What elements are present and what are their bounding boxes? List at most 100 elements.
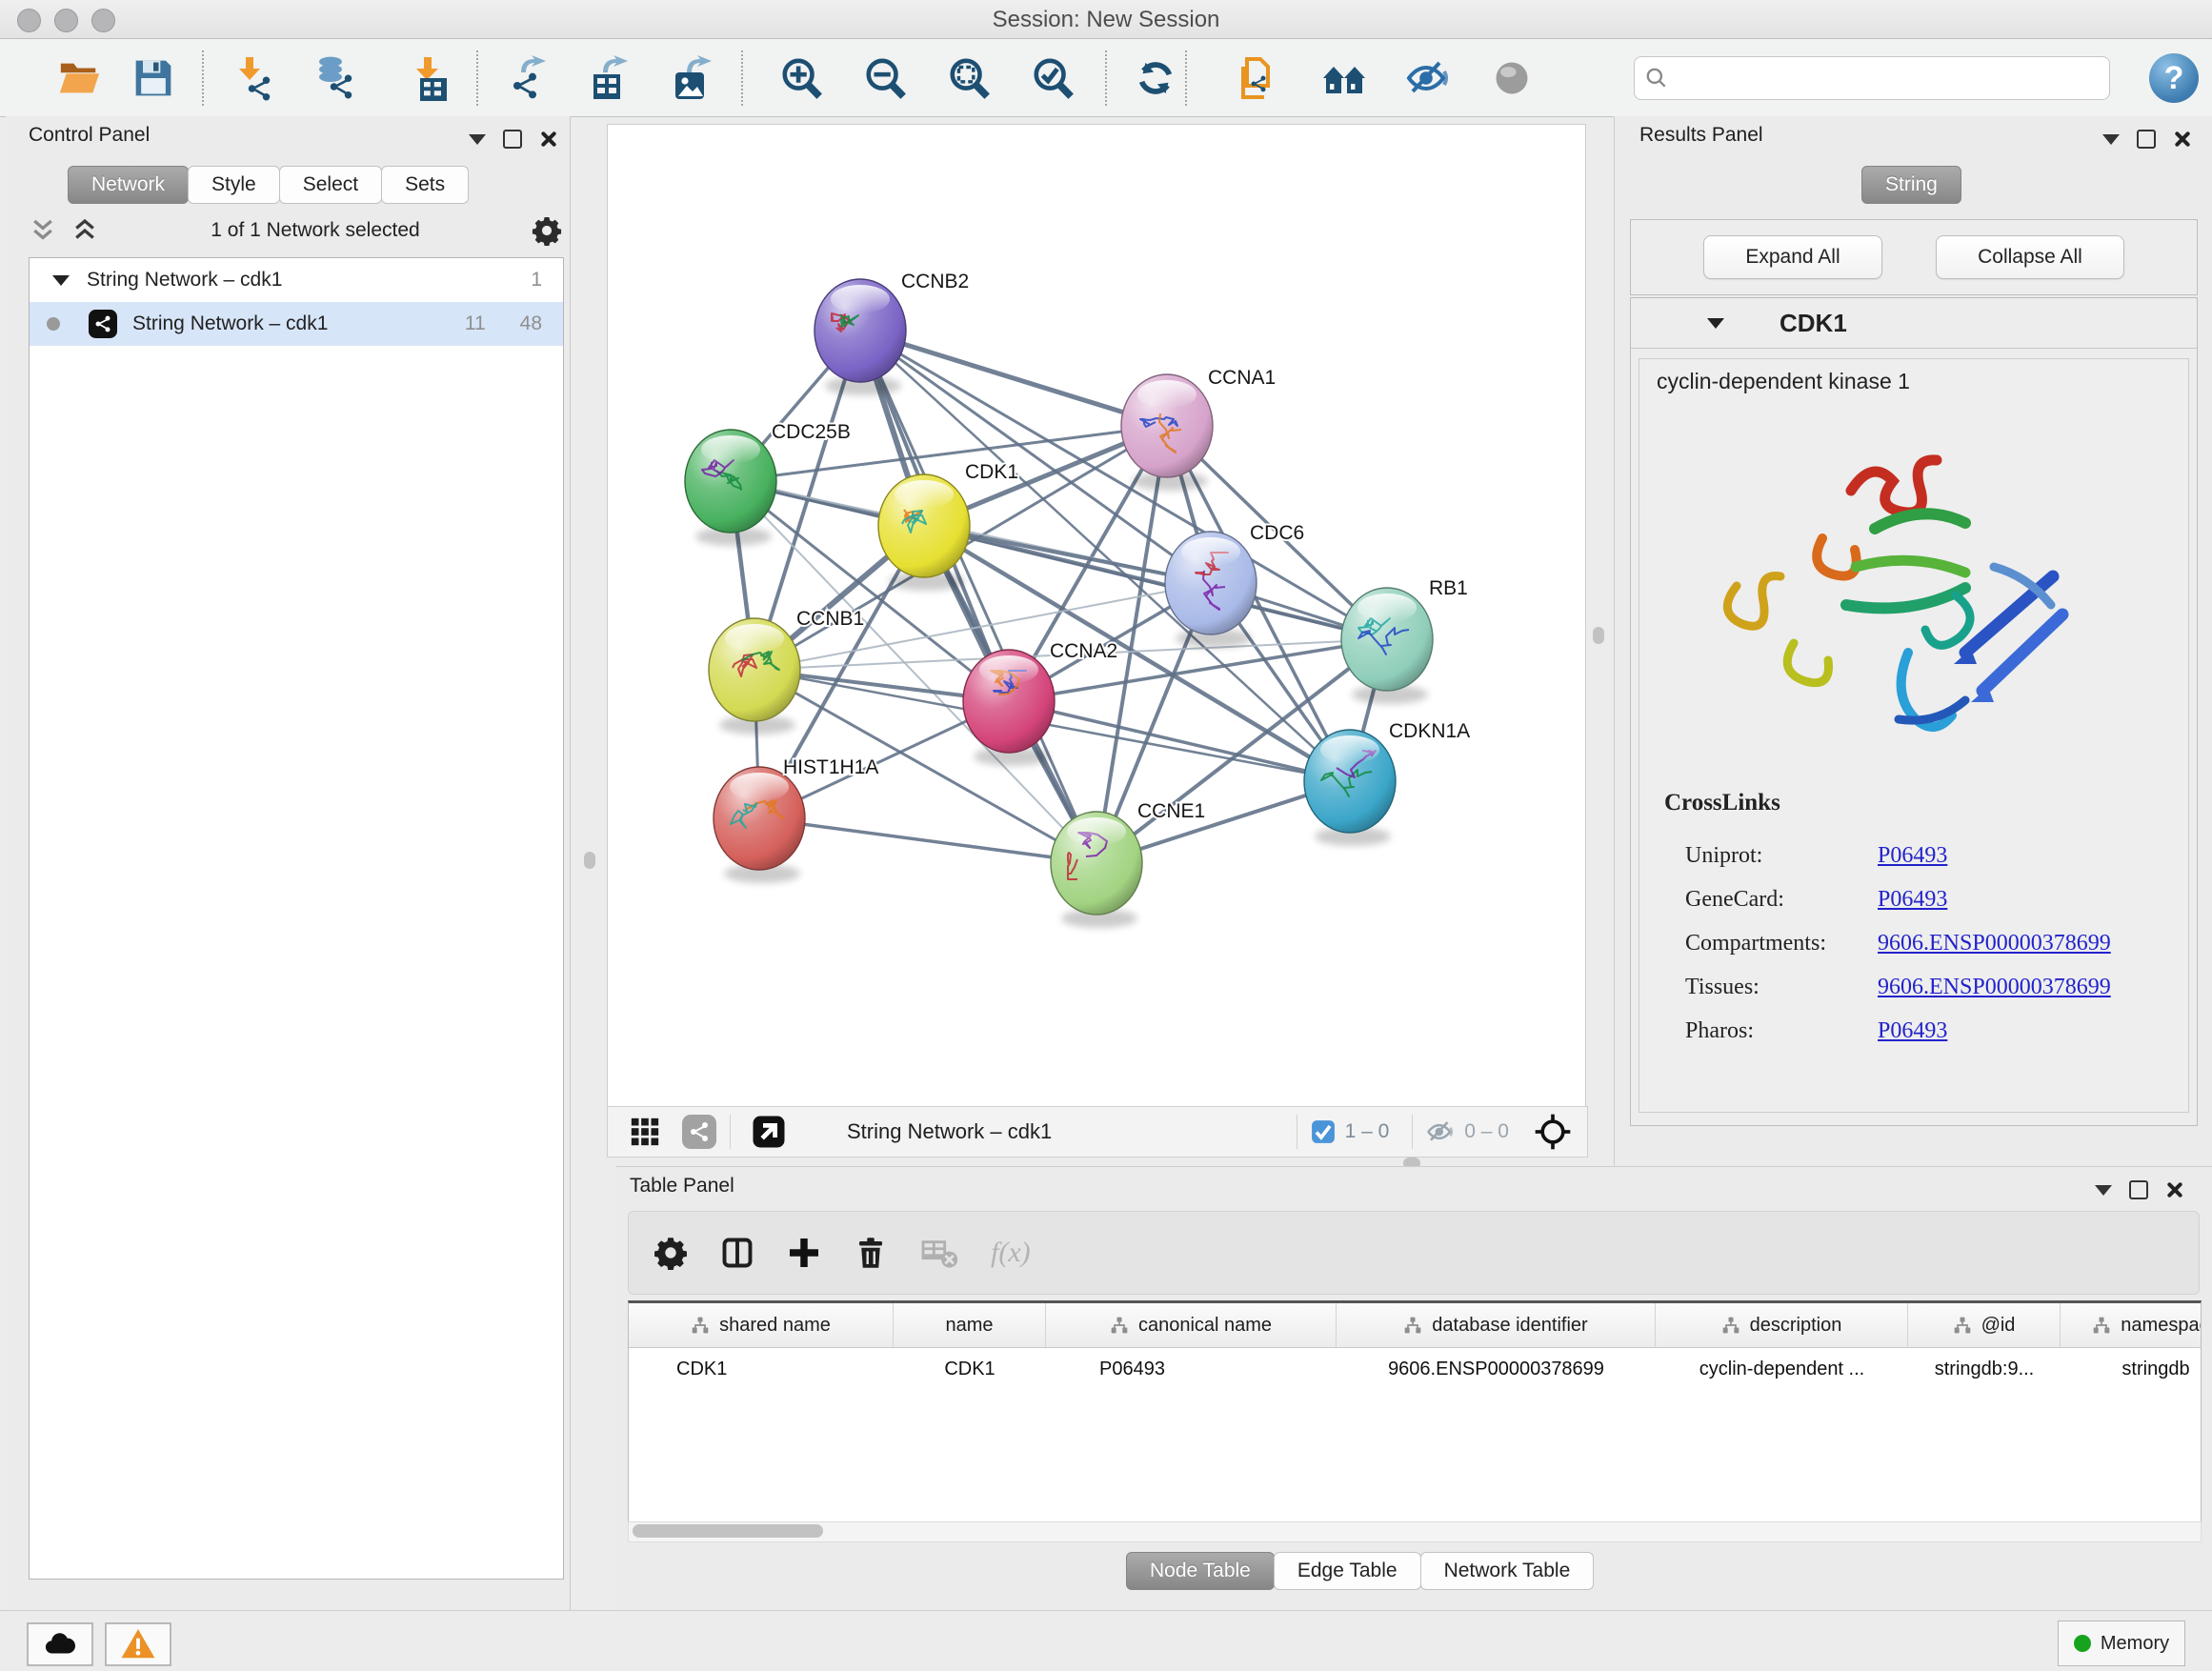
show-columns-icon[interactable] (720, 1236, 754, 1270)
tab-select[interactable]: Select (279, 166, 382, 204)
results-panel-collapse-icon[interactable] (2102, 134, 2120, 145)
search-input[interactable] (1669, 66, 2100, 91)
horizontal-scrollbar[interactable] (628, 1521, 2202, 1542)
zoom-selected-button[interactable] (1029, 54, 1076, 102)
collection-expander-icon[interactable] (52, 275, 70, 286)
control-panel-collapse-icon[interactable] (469, 134, 486, 145)
crosslink-link[interactable]: P06493 (1878, 877, 1947, 921)
table-gear-icon[interactable] (654, 1236, 688, 1270)
cell-shared-name[interactable]: CDK1 (629, 1359, 894, 1380)
save-session-button[interactable] (130, 54, 177, 102)
table-panel-collapse-icon[interactable] (2095, 1185, 2112, 1196)
refresh-icon (1134, 56, 1177, 100)
clone-network-button[interactable] (1233, 54, 1280, 102)
expand-all-button[interactable]: Expand All (1703, 235, 1882, 279)
network-node[interactable]: RB1 (1341, 577, 1468, 704)
right-splitter-handle[interactable] (1593, 627, 1604, 644)
warning-icon (120, 1626, 156, 1662)
cloud-button[interactable] (27, 1622, 93, 1666)
column-header[interactable]: @id (1908, 1303, 2061, 1347)
network-graph[interactable]: CCNB2CCNA1CDC25BCDK1CDC6RB1CCNB1CCNA2CDK… (607, 124, 1584, 1105)
network-node[interactable]: HIST1H1A (714, 756, 878, 883)
first-neighbors-button[interactable] (1320, 54, 1368, 102)
warnings-button[interactable] (105, 1622, 171, 1666)
detach-view-icon[interactable] (752, 1115, 786, 1149)
cell-id[interactable]: stringdb:9... (1908, 1359, 2061, 1380)
tab-string[interactable]: String (1861, 166, 1961, 204)
column-header[interactable]: description (1656, 1303, 1908, 1347)
export-network-button[interactable] (503, 54, 551, 102)
column-header[interactable]: database identifier (1337, 1303, 1656, 1347)
zoom-fit-button[interactable] (945, 54, 993, 102)
control-panel-close-icon[interactable] (539, 131, 556, 148)
tab-network[interactable]: Network (68, 166, 189, 204)
status-bar: Memory (0, 1610, 2212, 1671)
results-panel-float-icon[interactable] (2137, 130, 2156, 149)
grid-view-icon[interactable] (629, 1116, 661, 1148)
tab-network-table[interactable]: Network Table (1420, 1552, 1595, 1590)
network-edge[interactable] (759, 818, 1096, 863)
table-row[interactable]: CDK1 CDK1 P06493 9606.ENSP00000378699 cy… (629, 1348, 2201, 1390)
cell-name[interactable]: CDK1 (894, 1359, 1046, 1380)
tab-sets[interactable]: Sets (381, 166, 469, 204)
network-edge[interactable] (860, 331, 1096, 863)
entry-expander-icon[interactable] (1707, 318, 1724, 329)
column-header[interactable]: canonical name (1046, 1303, 1337, 1347)
show-all-button[interactable] (1488, 54, 1536, 102)
cell-database-identifier[interactable]: 9606.ENSP00000378699 (1337, 1359, 1656, 1380)
cell-namespace[interactable]: stringdb (2061, 1359, 2202, 1380)
network-view-icon[interactable] (682, 1115, 716, 1149)
birds-eye-view-icon[interactable] (1534, 1113, 1572, 1151)
column-header[interactable]: namespace (2061, 1303, 2202, 1347)
table-panel-close-icon[interactable] (2165, 1181, 2182, 1198)
network-node[interactable]: CDKN1A (1304, 720, 1470, 846)
network-edge[interactable] (1009, 701, 1350, 781)
zoom-in-button[interactable] (777, 54, 825, 102)
search-field[interactable] (1634, 56, 2110, 100)
import-network-database-button[interactable] (311, 54, 358, 102)
crosslink-link[interactable]: P06493 (1878, 1009, 1947, 1053)
node-gloss (701, 435, 760, 464)
collapse-all-networks-icon[interactable] (29, 216, 57, 245)
network-node[interactable]: CCNE1 (1051, 800, 1205, 928)
zoom-out-button[interactable] (861, 54, 909, 102)
node-label: CCNE1 (1137, 800, 1205, 822)
import-table-file-button[interactable] (404, 54, 452, 102)
network-row-selected[interactable]: String Network – cdk1 11 48 (30, 302, 563, 346)
import-network-file-button[interactable] (229, 54, 276, 102)
update-network-button[interactable] (1132, 54, 1179, 102)
hide-selected-button[interactable] (1404, 54, 1452, 102)
network-node[interactable]: CCNA1 (1121, 367, 1276, 491)
table-panel-float-icon[interactable] (2129, 1180, 2148, 1199)
collapse-all-button[interactable]: Collapse All (1936, 235, 2124, 279)
tab-style[interactable]: Style (188, 166, 280, 204)
crosslink-link[interactable]: 9606.ENSP00000378699 (1878, 965, 2111, 1009)
delete-column-icon[interactable] (854, 1236, 888, 1270)
crosslink-link[interactable]: P06493 (1878, 834, 1947, 877)
control-panel-float-icon[interactable] (503, 130, 522, 149)
export-table-button[interactable] (585, 54, 633, 102)
help-button[interactable]: ? (2149, 53, 2199, 103)
left-splitter-handle[interactable] (584, 852, 595, 869)
add-column-icon[interactable] (787, 1236, 821, 1270)
network-edge[interactable] (860, 331, 1167, 426)
network-node[interactable]: CCNB2 (814, 271, 969, 395)
results-panel-close-icon[interactable] (2173, 131, 2190, 148)
open-session-button[interactable] (55, 54, 103, 102)
crosslink-link[interactable]: 9606.ENSP00000378699 (1878, 921, 2111, 965)
node-gloss (895, 480, 954, 509)
expand-all-networks-icon[interactable] (70, 216, 99, 245)
toolbar-separator (476, 50, 478, 106)
selected-checkbox-icon[interactable] (1311, 1119, 1336, 1144)
tab-edge-table[interactable]: Edge Table (1274, 1552, 1421, 1590)
scrollbar-thumb[interactable] (633, 1524, 823, 1538)
cell-description[interactable]: cyclin-dependent ... (1656, 1359, 1908, 1380)
cell-canonical-name[interactable]: P06493 (1046, 1359, 1337, 1380)
tab-node-table[interactable]: Node Table (1126, 1552, 1275, 1590)
export-image-button[interactable] (667, 54, 714, 102)
network-collection-row[interactable]: String Network – cdk1 1 (30, 258, 563, 302)
column-header[interactable]: shared name (629, 1303, 894, 1347)
memory-button[interactable]: Memory (2058, 1621, 2185, 1666)
network-panel-gear-icon[interactable] (532, 215, 562, 246)
column-header[interactable]: name (894, 1303, 1046, 1347)
